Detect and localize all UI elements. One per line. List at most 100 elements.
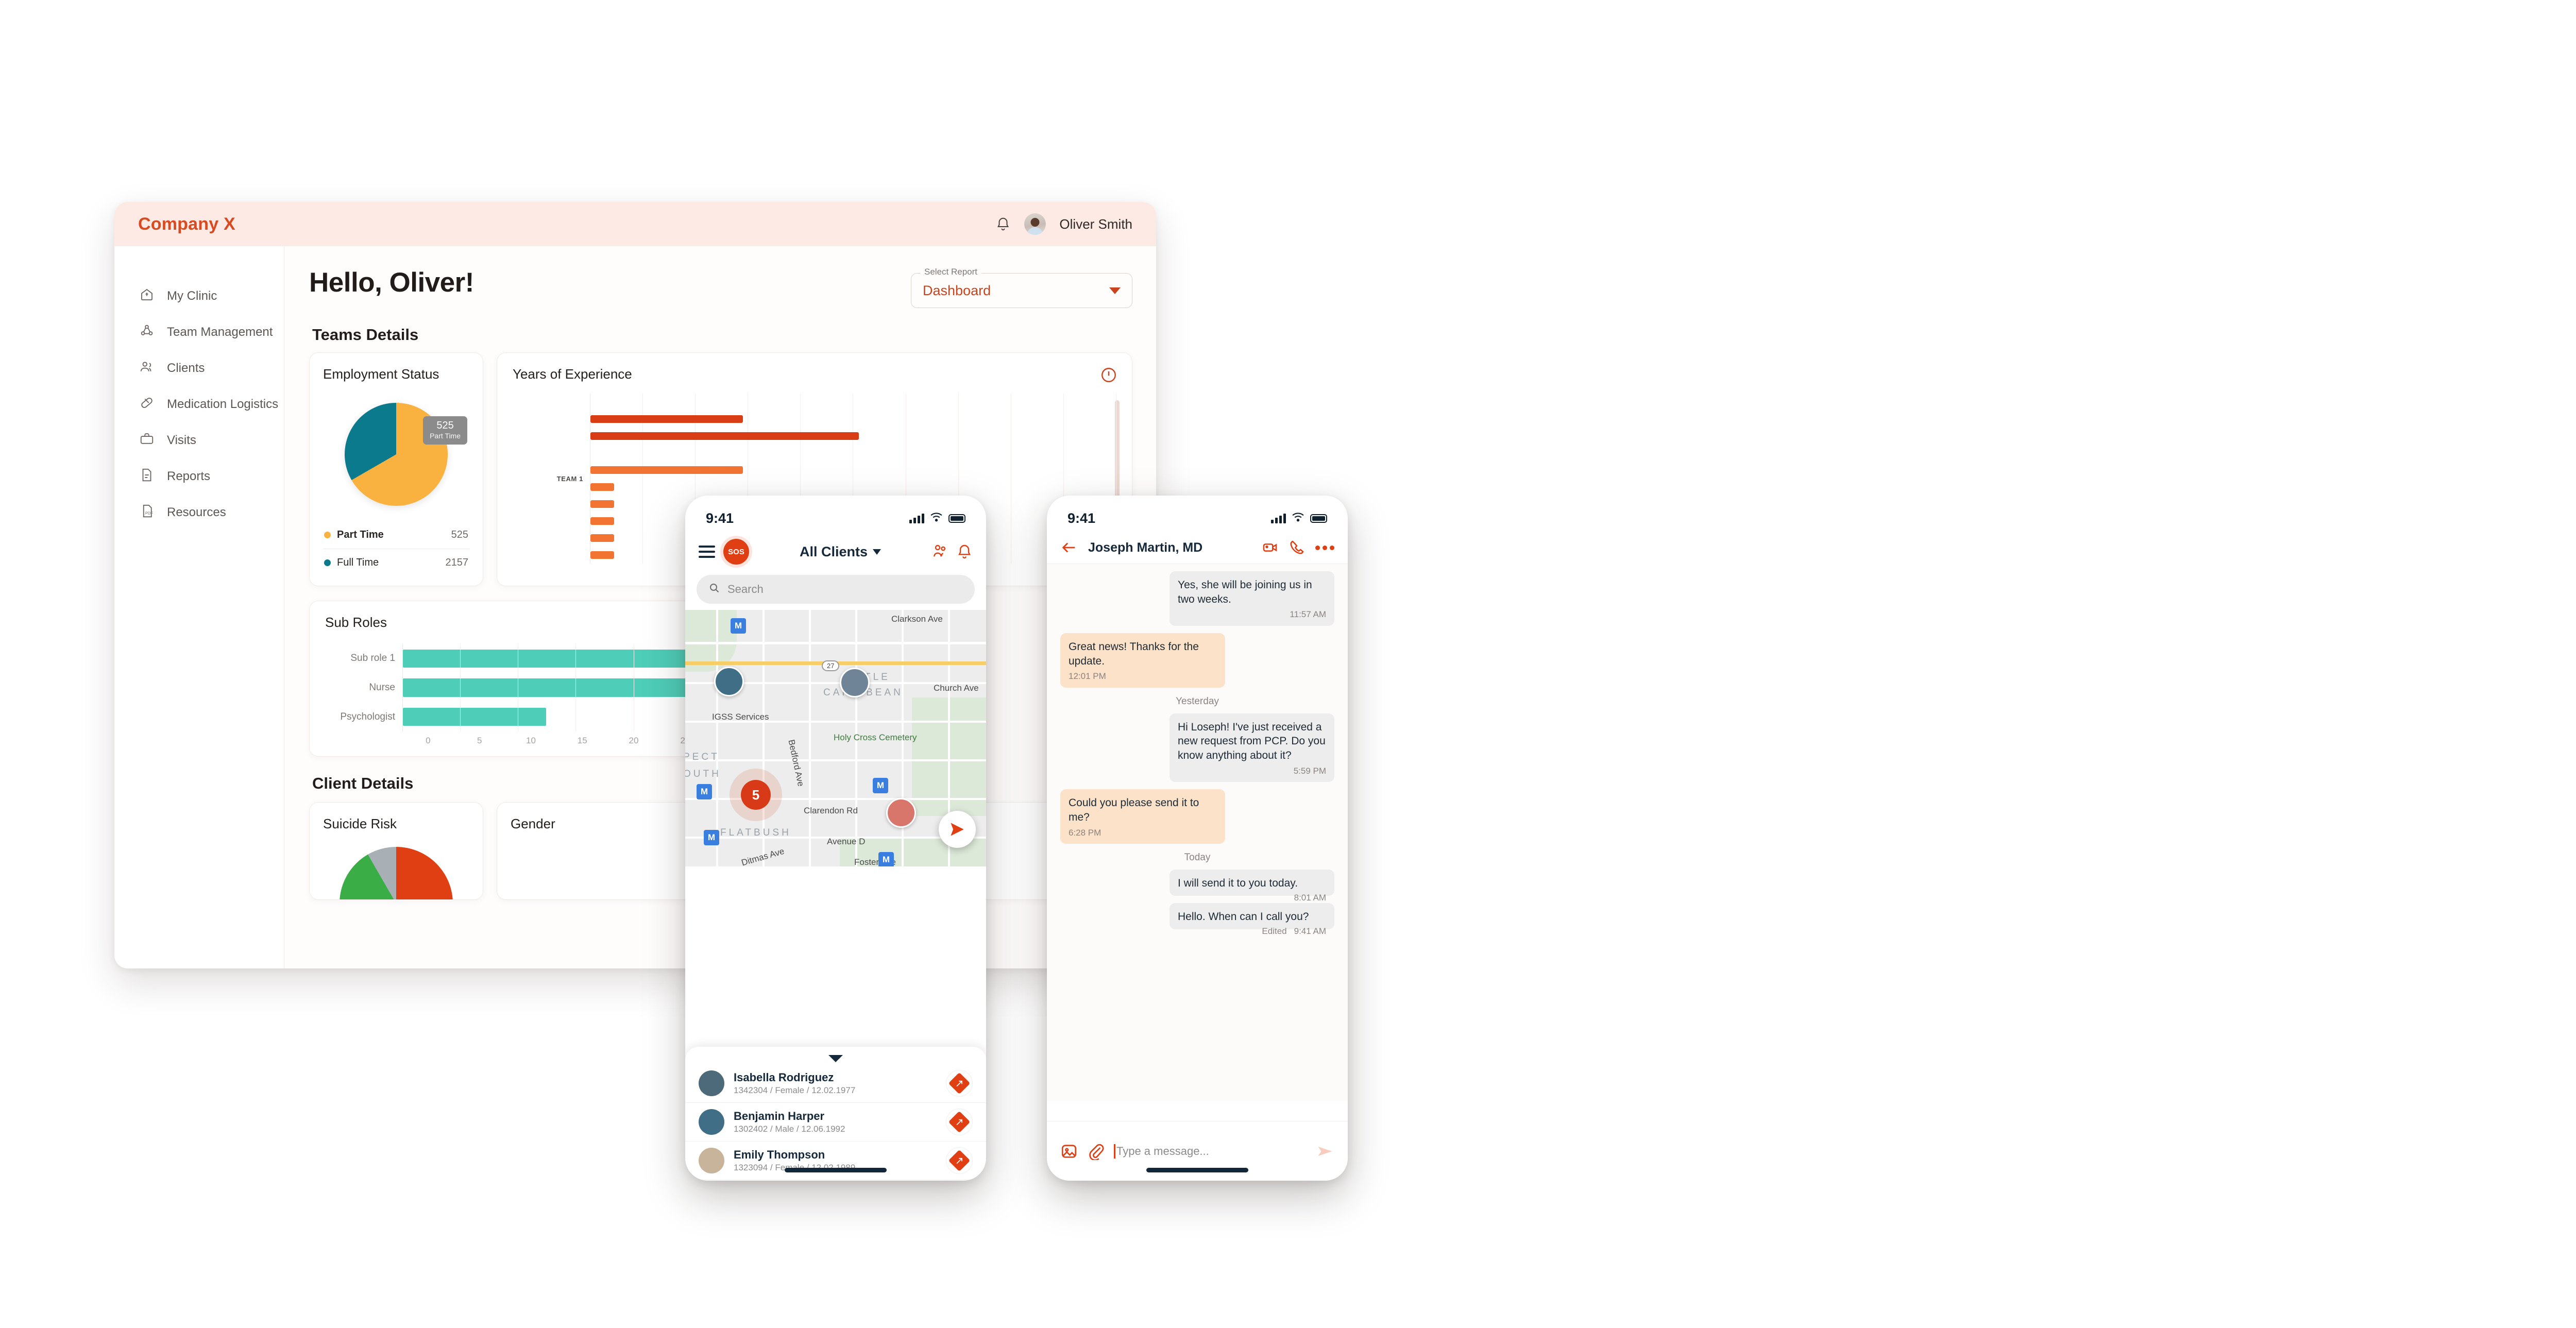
briefcase-icon [139,431,155,450]
list-item[interactable]: Isabella Rodriguez 1342304 / Female / 12… [685,1064,986,1102]
map-client-avatar[interactable] [886,798,916,828]
avatar [699,1148,724,1173]
status-time: 9:41 [706,510,734,526]
hamburger-menu-icon[interactable] [699,542,715,561]
chart-title: Suicide Risk [323,816,397,831]
message-edited-badge: Edited [1262,926,1287,936]
dashboard-window: Company X Oliver Smith My Clinic Team Ma… [114,202,1156,968]
page-title: Hello, Oliver! [309,267,474,298]
sidebar-item-resources[interactable]: PDF Resources [114,495,284,531]
y-axis-labels: Sub role 1 Nurse Psychologist [325,644,402,731]
message-time: 9:41 AM [1294,926,1326,936]
suicide-risk-pie-chart [340,847,453,899]
sidebar-item-team-management[interactable]: Team Management [114,314,284,350]
alert-circle-icon[interactable] [1100,366,1117,384]
message-bubble: Great news! Thanks for the update. 12:01… [1060,633,1225,688]
chevron-down-icon [828,1055,843,1062]
phone-icon[interactable] [1289,539,1305,556]
chevron-down-icon [1109,287,1121,294]
paperclip-icon[interactable] [1087,1143,1105,1161]
client-navigate-button[interactable] [946,1070,973,1097]
clients-filter-dropdown[interactable]: All Clients [757,544,923,560]
locate-button[interactable] [939,811,976,848]
video-camera-icon[interactable] [1262,539,1278,556]
message-text: Yes, she will be joining us in two weeks… [1178,579,1312,605]
x-tick-label: 15 [577,736,587,745]
sidebar-item-reports[interactable]: Reports [114,458,284,495]
bar [590,415,743,423]
y-tick-label: Isabella Rodriguez [513,564,590,586]
subway-marker-icon: M [873,778,888,793]
clients-filter-label: All Clients [799,543,868,559]
svg-text:PDF: PDF [145,510,153,515]
tooltip-value: 525 [436,420,454,431]
image-icon[interactable] [1060,1143,1078,1160]
bar [590,500,614,508]
sidebar-item-visits[interactable]: Visits [114,422,284,458]
client-navigate-button[interactable] [946,1147,973,1174]
avatar[interactable] [1024,213,1046,235]
sidebar-item-my-clinic[interactable]: My Clinic [114,278,284,314]
map-neighborhood: OUTH [685,769,721,779]
list-item[interactable]: Benjamin Harper 1302402 / Male / 12.06.1… [685,1102,986,1141]
navigate-arrow-icon [951,823,964,836]
send-icon[interactable] [1316,1142,1334,1161]
legend-color-swatch [324,532,331,538]
clients-map[interactable]: Clarkson Ave Church Ave IGSS Services Ho… [685,610,986,866]
sheet-collapse-handle[interactable] [685,1052,986,1064]
chat-phone: 9:41 Joseph Martin, MD Yes, she will be … [1047,496,1348,1181]
map-client-avatar[interactable] [714,667,744,696]
user-name: Oliver Smith [1059,216,1132,232]
bell-icon[interactable] [956,543,973,560]
chart-title: Employment Status [323,366,439,382]
map-neighborhood: PECT [685,752,720,762]
map-label: Clarkson Ave [891,614,943,624]
sidebar-item-medication-logistics[interactable]: Medication Logistics [114,386,284,422]
sidebar-item-label: Reports [167,469,211,483]
message-bubble: I will send it to you today. 8:01 AM [1170,870,1334,903]
map-client-avatar[interactable] [840,668,870,697]
people-icon[interactable] [931,543,948,560]
chat-nav: Joseph Martin, MD [1047,533,1348,564]
day-separator: Yesterday [1176,695,1219,707]
app-header: Company X Oliver Smith [114,202,1156,246]
avatar [699,1109,724,1135]
subway-marker-icon: M [697,784,712,799]
status-bar: 9:41 [1047,496,1348,533]
x-tick-label: 0 [426,736,431,745]
sidebar-item-clients[interactable]: Clients [114,350,284,386]
message-time: 5:59 PM [1293,765,1326,776]
search-input[interactable]: Search [697,575,975,604]
legend-label: Full Time [337,557,379,568]
map-neighborhood: FLATBUSH [720,827,791,838]
team-icon [139,323,155,342]
list-item[interactable]: Jackson Foster 1394835 / Male / 02.02.19… [685,1180,986,1181]
message-bubble: Hi Loseph! I've just received a new requ… [1170,713,1334,782]
client-name: Isabella Rodriguez [734,1071,834,1084]
client-name: Emily Thompson [734,1148,825,1161]
subway-marker-icon: M [878,852,894,866]
pill-icon [139,395,155,414]
suicide-risk-card: Suicide Risk [309,802,483,900]
map-label: IGSS Services [712,712,769,722]
select-report-dropdown[interactable]: Select Report Dashboard [911,267,1132,308]
message-input-placeholder: Type a message... [1116,1144,1209,1157]
sidebar-item-label: My Clinic [167,289,217,303]
battery-icon [948,514,965,523]
message-text: Hello. When can I call you? [1178,910,1309,923]
subway-marker-icon: M [704,830,719,845]
bell-icon[interactable] [995,216,1011,232]
map-cluster-marker[interactable]: 5 [741,780,771,810]
client-navigate-button[interactable] [946,1109,973,1135]
bar [590,517,614,525]
chevron-down-icon [873,549,882,555]
list-item[interactable]: Emily Thompson 1323094 / Female / 12.02.… [685,1141,986,1180]
dashboard-body: My Clinic Team Management Clients Medica… [114,246,1156,968]
sos-button[interactable]: SOS [723,539,749,565]
screenshot-root: Company X Oliver Smith My Clinic Team Ma… [0,0,2576,1328]
more-options-icon[interactable] [1315,545,1334,550]
back-arrow-icon[interactable] [1060,539,1078,556]
x-tick-label: 10 [526,736,536,745]
bar [590,483,614,491]
message-input[interactable]: Type a message... [1114,1144,1307,1159]
